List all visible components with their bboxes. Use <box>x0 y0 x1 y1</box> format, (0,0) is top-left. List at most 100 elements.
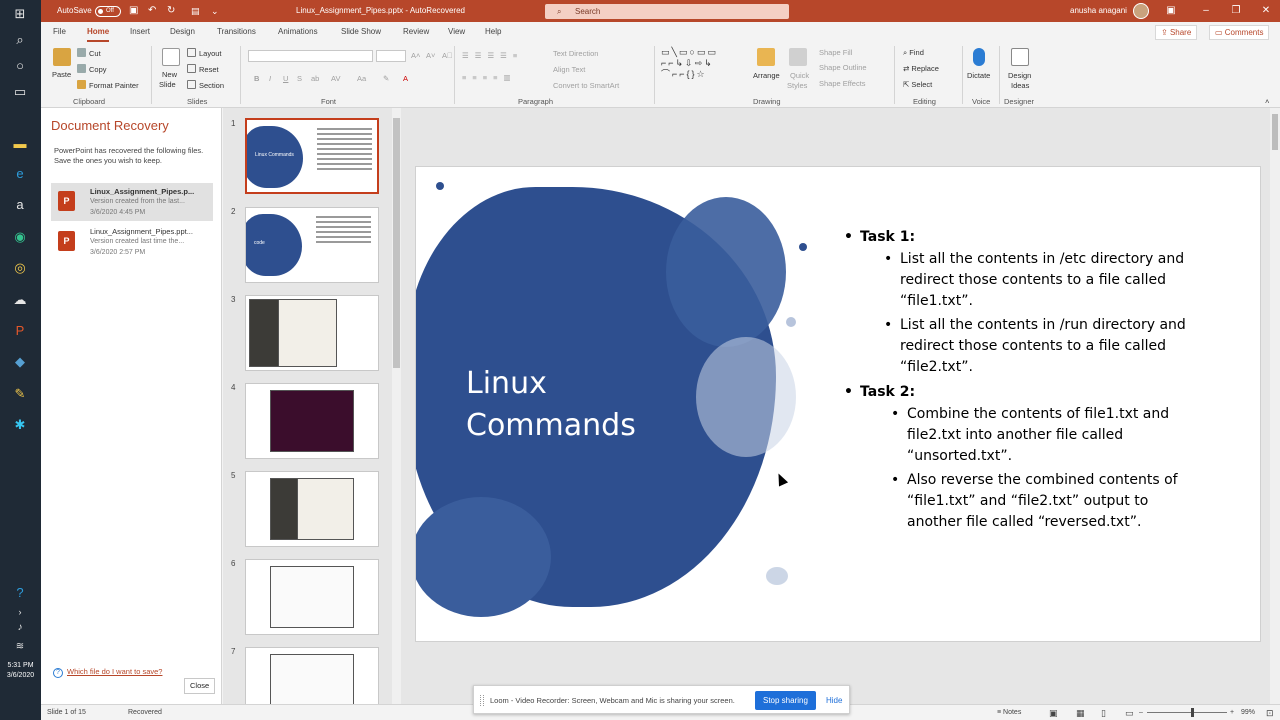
recovered-file-2[interactable]: P Linux_Assignment_Pipes.ppt... Version … <box>51 223 213 261</box>
quick-styles-button[interactable]: Quick <box>790 71 809 80</box>
save-icon[interactable]: ▣ <box>129 0 138 22</box>
tab-design[interactable]: Design <box>170 22 195 42</box>
onedrive-icon[interactable]: ☁ <box>10 290 30 310</box>
tab-animations[interactable]: Animations <box>278 22 318 42</box>
change-case-button[interactable]: Aa <box>357 74 366 83</box>
zoom-slider[interactable] <box>1147 712 1227 713</box>
shape-outline-button[interactable]: Shape Outline <box>819 63 867 72</box>
zoom-in-icon[interactable]: + <box>1230 705 1234 720</box>
replace-button[interactable]: ⇄ Replace <box>903 64 939 73</box>
smartart-button[interactable]: Convert to SmartArt <box>553 81 619 90</box>
list-buttons[interactable]: ☰☰☰☰≡ <box>462 51 523 60</box>
edge-icon[interactable]: e <box>10 164 30 184</box>
align-text-button[interactable]: Align Text <box>553 65 585 74</box>
bold-button[interactable]: B <box>254 74 259 83</box>
close-icon[interactable]: ✕ <box>1256 0 1276 22</box>
microphone-icon[interactable] <box>973 48 985 66</box>
thumbnail-slide-5[interactable] <box>245 471 379 547</box>
slack-icon[interactable]: ✱ <box>10 415 30 435</box>
section-button[interactable]: Section <box>187 80 224 90</box>
highlight-icon[interactable]: ✎ <box>383 74 389 83</box>
shape-fill-button[interactable]: Shape Fill <box>819 48 852 57</box>
thumbnail-slide-2[interactable]: code <box>245 207 379 283</box>
slide-bullets[interactable]: Task 1: List all the contents in /etc di… <box>844 229 1199 536</box>
thumbnail-slide-6[interactable] <box>245 559 379 635</box>
shrink-font-icon[interactable]: A˅ <box>426 51 435 60</box>
shape-effects-button[interactable]: Shape Effects <box>819 79 866 88</box>
text-direction-button[interactable]: Text Direction <box>553 49 598 58</box>
collapse-ribbon-icon[interactable]: ˄ <box>1265 97 1269 106</box>
stop-sharing-button[interactable]: Stop sharing <box>755 691 816 710</box>
tab-help[interactable]: Help <box>485 22 501 42</box>
thumbnail-slide-4[interactable] <box>245 383 379 459</box>
virtualbox-icon[interactable]: ◆ <box>10 352 30 372</box>
user-name[interactable]: anusha anagani <box>1070 0 1127 22</box>
customize-chevron-icon[interactable]: ⌄ <box>211 0 219 22</box>
restore-icon[interactable]: ❐ <box>1226 0 1246 22</box>
font-color-icon[interactable]: A <box>403 74 408 83</box>
select-button[interactable]: ⇱ Select <box>903 80 932 89</box>
quick-styles-icon[interactable] <box>789 48 807 66</box>
shadow-button[interactable]: ab <box>311 74 319 83</box>
file-explorer-icon[interactable]: ▬ <box>10 134 30 154</box>
quick-styles-button-line2[interactable]: Styles <box>787 81 807 90</box>
minimize-icon[interactable]: – <box>1196 0 1216 22</box>
tab-view[interactable]: View <box>448 22 465 42</box>
tripadvisor-icon[interactable]: ◉ <box>10 227 30 247</box>
layout-button[interactable]: Layout <box>187 48 222 58</box>
design-ideas-button[interactable]: Design <box>1008 71 1031 80</box>
editor-scrollbar[interactable] <box>1270 108 1280 704</box>
reading-view-icon[interactable]: ▯ <box>1101 705 1106 720</box>
comments-button[interactable]: ▭ Comments <box>1209 25 1270 40</box>
grow-font-icon[interactable]: A˄ <box>411 51 420 60</box>
drag-handle-icon[interactable] <box>480 695 484 706</box>
strikethrough-button[interactable]: S <box>297 74 302 83</box>
arrange-icon[interactable] <box>757 48 775 66</box>
tab-slide-show[interactable]: Slide Show <box>341 22 381 42</box>
tab-review[interactable]: Review <box>403 22 429 42</box>
new-slide-button-line2[interactable]: Slide <box>159 80 176 89</box>
underline-button[interactable]: U <box>283 74 288 83</box>
normal-view-icon[interactable]: ▣ <box>1049 705 1058 720</box>
redo-icon[interactable]: ↻ <box>167 0 175 22</box>
italic-button[interactable]: I <box>269 74 271 83</box>
slide-canvas[interactable]: Linux Commands Task 1: List all the cont… <box>415 166 1261 642</box>
volume-icon[interactable]: ♪ <box>10 618 30 638</box>
new-slide-icon[interactable] <box>162 48 180 66</box>
tool-icon[interactable]: ✎ <box>10 384 30 404</box>
thumbnail-scroll-thumb[interactable] <box>393 118 400 368</box>
slide-title[interactable]: Linux Commands <box>466 363 636 447</box>
clear-format-icon[interactable]: A⃠ <box>442 51 453 60</box>
windows-icon[interactable]: ⊞ <box>10 4 30 24</box>
chrome-icon[interactable]: ◎ <box>10 258 30 278</box>
cortana-icon[interactable]: ○ <box>10 56 30 76</box>
notes-button[interactable]: ≡ Notes <box>997 705 1021 720</box>
design-ideas-icon[interactable] <box>1011 48 1029 66</box>
search-icon[interactable]: ⌕ <box>10 30 30 50</box>
design-ideas-button-line2[interactable]: Ideas <box>1011 81 1029 90</box>
zoom-level[interactable]: 99% <box>1241 705 1255 720</box>
task-view-icon[interactable]: ▭ <box>10 82 30 102</box>
editor-scroll-thumb[interactable] <box>1272 114 1278 150</box>
recovered-file-1[interactable]: P Linux_Assignment_Pipes.p... Version cr… <box>51 183 213 221</box>
reset-button[interactable]: Reset <box>187 64 219 74</box>
hide-button[interactable]: Hide <box>826 686 842 715</box>
zoom-slider-knob[interactable] <box>1191 708 1194 717</box>
tab-file[interactable]: File <box>53 22 66 42</box>
recovery-close-button[interactable]: Close <box>184 678 216 694</box>
shapes-gallery[interactable]: ▭╲▭○▭▭ ⌐⌐↳⇩⇨↳ ⌒⌐⌐{}☆ <box>661 47 749 80</box>
font-size-dropdown[interactable] <box>376 50 406 62</box>
paste-icon[interactable] <box>53 48 71 66</box>
thumbnail-scrollbar[interactable] <box>392 108 401 704</box>
align-buttons[interactable]: ≡≡≡≡▥ <box>462 73 517 82</box>
network-icon[interactable]: ≋ <box>10 637 30 657</box>
thumbnail-slide-3[interactable] <box>245 295 379 371</box>
undo-icon[interactable]: ↶ <box>148 0 156 22</box>
present-icon[interactable]: ▤ <box>191 0 200 22</box>
avatar[interactable] <box>1133 3 1149 19</box>
powerpoint-icon[interactable]: P <box>10 321 30 341</box>
ribbon-display-icon[interactable]: ▣ <box>1161 0 1181 22</box>
amazon-icon[interactable]: a <box>10 195 30 215</box>
tab-home[interactable]: Home <box>87 22 110 42</box>
copy-button[interactable]: Copy <box>77 64 107 74</box>
